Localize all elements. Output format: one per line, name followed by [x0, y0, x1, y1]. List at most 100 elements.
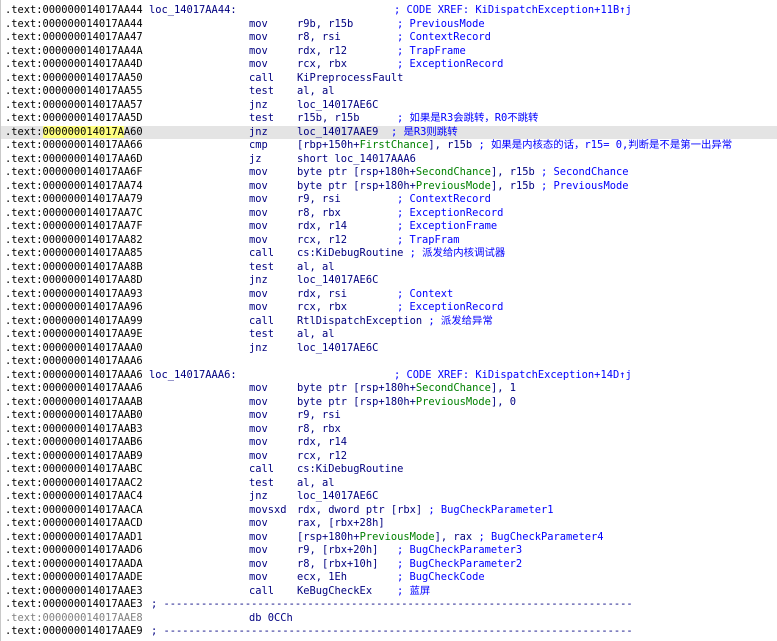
- listing-line[interactable]: .text:000000014017AAE8 db 0CCh: [1, 612, 777, 625]
- instruction-operands[interactable]: RtlDispatchException ; 派发给异常: [297, 315, 493, 328]
- instruction-operands[interactable]: al, al: [297, 477, 335, 490]
- instruction-operands[interactable]: loc_14017AE6C: [297, 274, 378, 287]
- instruction-operands[interactable]: KiPreprocessFault: [297, 72, 403, 85]
- instruction-operands[interactable]: r15b, r15b: [297, 112, 360, 125]
- listing-line[interactable]: .text:000000014017AA50 call KiPreprocessFa…: [1, 72, 777, 85]
- line-address[interactable]: .text:000000014017AAD1: [5, 531, 143, 544]
- line-address[interactable]: .text:000000014017AA66: [5, 139, 143, 152]
- listing-line[interactable]: .text:000000014017AAA6 loc_14017AAA6: ; CO…: [1, 369, 777, 382]
- listing-line[interactable]: .text:000000014017AAA0 jnz loc_14017AE6C: [1, 342, 777, 355]
- instruction-operands[interactable]: loc_14017AAE9: [297, 126, 378, 139]
- line-address[interactable]: .text:000000014017AACD: [5, 517, 143, 530]
- line-address[interactable]: .text:000000014017AA7F: [5, 220, 143, 233]
- listing-line[interactable]: .text:000000014017AA8D jnz loc_14017AE6C: [1, 274, 777, 287]
- line-address[interactable]: .text:000000014017AA44: [5, 4, 143, 17]
- instruction-operands[interactable]: r8, rbx: [297, 207, 341, 220]
- listing-line[interactable]: .text:000000014017AABC call cs:KiDebugRout…: [1, 463, 777, 476]
- line-address[interactable]: .text:000000014017AA9E: [5, 328, 143, 341]
- listing-line[interactable]: .text:000000014017AAE9 ; ----------------…: [1, 625, 777, 638]
- instruction-operands[interactable]: byte ptr [rsp+180h+SecondChance], 1: [297, 382, 516, 395]
- instruction-operands[interactable]: rcx, r12: [297, 234, 347, 247]
- listing-line[interactable]: .text:000000014017AA60 jnz loc_14017AAE9 ; …: [1, 125, 777, 139]
- instruction-operands[interactable]: byte ptr [rsp+180h+SecondChance], r15b ;…: [297, 166, 629, 179]
- instruction-operands[interactable]: r9, [rbx+20h]: [297, 544, 378, 557]
- line-address[interactable]: .text:000000014017AAC4: [5, 490, 143, 503]
- line-address[interactable]: .text:000000014017AAE3: [5, 585, 143, 598]
- listing-line[interactable]: .text:000000014017AA7F mov rdx, r14 ; Excep…: [1, 220, 777, 233]
- stack-variable[interactable]: FirstChance: [360, 139, 429, 151]
- instruction-operands[interactable]: al, al: [297, 85, 335, 98]
- listing-line[interactable]: .text:000000014017AADA mov r8, [rbx+10h] ; …: [1, 558, 777, 571]
- listing-line[interactable]: .text:000000014017AAD6 mov r9, [rbx+20h] ; …: [1, 544, 777, 557]
- code-label[interactable]: loc_14017AA44:: [149, 4, 237, 17]
- listing-line[interactable]: .text:000000014017AAA6: [1, 355, 777, 368]
- instruction-operands[interactable]: r9, rsi: [297, 409, 341, 422]
- instruction-operands[interactable]: byte ptr [rsp+180h+PreviousMode], r15b ;…: [297, 180, 629, 193]
- line-address[interactable]: .text:000000014017AAC2: [5, 477, 143, 490]
- listing-line[interactable]: .text:000000014017AACD mov rax, [rbx+28h]: [1, 517, 777, 530]
- line-address[interactable]: .text:000000014017AA8D: [5, 274, 143, 287]
- listing-line[interactable]: .text:000000014017AA8B test al, al: [1, 261, 777, 274]
- disassembly-view[interactable]: .text:000000014017AA44 loc_14017AA44: ; CO…: [0, 0, 777, 641]
- instruction-operands[interactable]: r9b, r15b: [297, 18, 353, 31]
- instruction-operands[interactable]: rdx, r14: [297, 436, 347, 449]
- line-address[interactable]: .text:000000014017AA6F: [5, 166, 143, 179]
- listing-line[interactable]: .text:000000014017AACA movsxd rdx, dword p…: [1, 504, 777, 517]
- stack-variable[interactable]: PreviousMode: [360, 531, 435, 543]
- listing-line[interactable]: .text:000000014017AA47 mov r8, rsi ; Contex…: [1, 31, 777, 44]
- line-address[interactable]: .text:000000014017AA4A: [5, 45, 143, 58]
- listing-line[interactable]: .text:000000014017AAB3 mov r8, rbx: [1, 423, 777, 436]
- code-label[interactable]: loc_14017AAA6:: [149, 369, 237, 382]
- line-address[interactable]: .text:000000014017AA99: [5, 315, 143, 328]
- listing-line[interactable]: .text:000000014017AA66 cmp [rbp+150h+First…: [1, 139, 777, 152]
- line-address[interactable]: .text:000000014017AA5D: [5, 112, 143, 125]
- listing-line[interactable]: .text:000000014017AAE3 call KeBugCheckEx ; …: [1, 585, 777, 598]
- line-address[interactable]: .text:000000014017AAE3: [5, 598, 143, 611]
- listing-line[interactable]: .text:000000014017AA55 test al, al: [1, 85, 777, 98]
- line-address[interactable]: .text:000000014017AA85: [5, 247, 143, 260]
- listing-line[interactable]: .text:000000014017AA79 mov r9, rsi ; Contex…: [1, 193, 777, 206]
- listing-line[interactable]: .text:000000014017AAC4 jnz loc_14017AE6C: [1, 490, 777, 503]
- line-address[interactable]: .text:000000014017AA93: [5, 288, 143, 301]
- line-address[interactable]: .text:000000014017AA57: [5, 99, 143, 112]
- line-address[interactable]: .text:000000014017AA96: [5, 301, 143, 314]
- line-address[interactable]: .text:000000014017AA6D: [5, 153, 143, 166]
- line-address[interactable]: .text:000000014017AAA6: [5, 369, 143, 382]
- line-address[interactable]: .text:000000014017AA79: [5, 193, 143, 206]
- listing-line[interactable]: .text:000000014017AA4A mov rdx, r12 ; TrapF…: [1, 45, 777, 58]
- listing-line[interactable]: .text:000000014017AA85 call cs:KiDebugRout…: [1, 247, 777, 260]
- instruction-operands[interactable]: short loc_14017AAA6: [297, 153, 416, 166]
- instruction-operands[interactable]: loc_14017AE6C: [297, 342, 378, 355]
- instruction-operands[interactable]: byte ptr [rsp+180h+PreviousMode], 0: [297, 396, 516, 409]
- listing-line[interactable]: .text:000000014017AAC2 test al, al: [1, 477, 777, 490]
- instruction-operands[interactable]: r8, rsi: [297, 31, 341, 44]
- listing-line[interactable]: .text:000000014017AAB0 mov r9, rsi: [1, 409, 777, 422]
- instruction-operands[interactable]: rdx, rsi: [297, 288, 347, 301]
- line-address[interactable]: .text:000000014017AA4D: [5, 58, 143, 71]
- instruction-operands[interactable]: r9, rsi: [297, 193, 341, 206]
- instruction-operands[interactable]: [rbp+150h+FirstChance], r15b ; 如果是内核态的话，…: [297, 139, 732, 152]
- listing-line[interactable]: .text:000000014017AAA6 mov byte ptr [rsp+1…: [1, 382, 777, 395]
- line-address[interactable]: .text:000000014017AA60: [5, 125, 143, 139]
- xref-comment[interactable]: ; CODE XREF: KiDispatchException+14D↑j: [394, 369, 632, 382]
- instruction-operands[interactable]: al, al: [297, 261, 335, 274]
- listing-line[interactable]: .text:000000014017AA57 jnz loc_14017AE6C: [1, 99, 777, 112]
- instruction-operands[interactable]: rdx, r14: [297, 220, 347, 233]
- stack-variable[interactable]: SecondChance: [416, 166, 491, 178]
- instruction-operands[interactable]: rax, [rbx+28h]: [297, 517, 385, 530]
- line-address[interactable]: .text:000000014017AAA6: [5, 382, 143, 395]
- listing-line[interactable]: .text:000000014017AADE mov ecx, 1Eh ; BugCh…: [1, 571, 777, 584]
- listing-line[interactable]: .text:000000014017AA96 mov rcx, rbx ; Excep…: [1, 301, 777, 314]
- instruction-operands[interactable]: KeBugCheckEx: [297, 585, 372, 598]
- stack-variable[interactable]: PreviousMode: [416, 396, 491, 408]
- line-address[interactable]: .text:000000014017AABC: [5, 463, 143, 476]
- instruction-operands[interactable]: rdx, r12: [297, 45, 347, 58]
- listing-line[interactable]: .text:000000014017AAD1 mov [rsp+180h+Previ…: [1, 531, 777, 544]
- line-address[interactable]: .text:000000014017AAAB: [5, 396, 143, 409]
- line-address[interactable]: .text:000000014017AAB6: [5, 436, 143, 449]
- listing-line[interactable]: .text:000000014017AA5D test r15b, r15b ; 如果…: [1, 112, 777, 125]
- listing-line[interactable]: .text:000000014017AA44 mov r9b, r15b ; Prev…: [1, 18, 777, 31]
- line-address[interactable]: .text:000000014017AACA: [5, 504, 143, 517]
- instruction-operands[interactable]: r8, rbx: [297, 423, 341, 436]
- listing-line[interactable]: .text:000000014017AAAB mov byte ptr [rsp+1…: [1, 396, 777, 409]
